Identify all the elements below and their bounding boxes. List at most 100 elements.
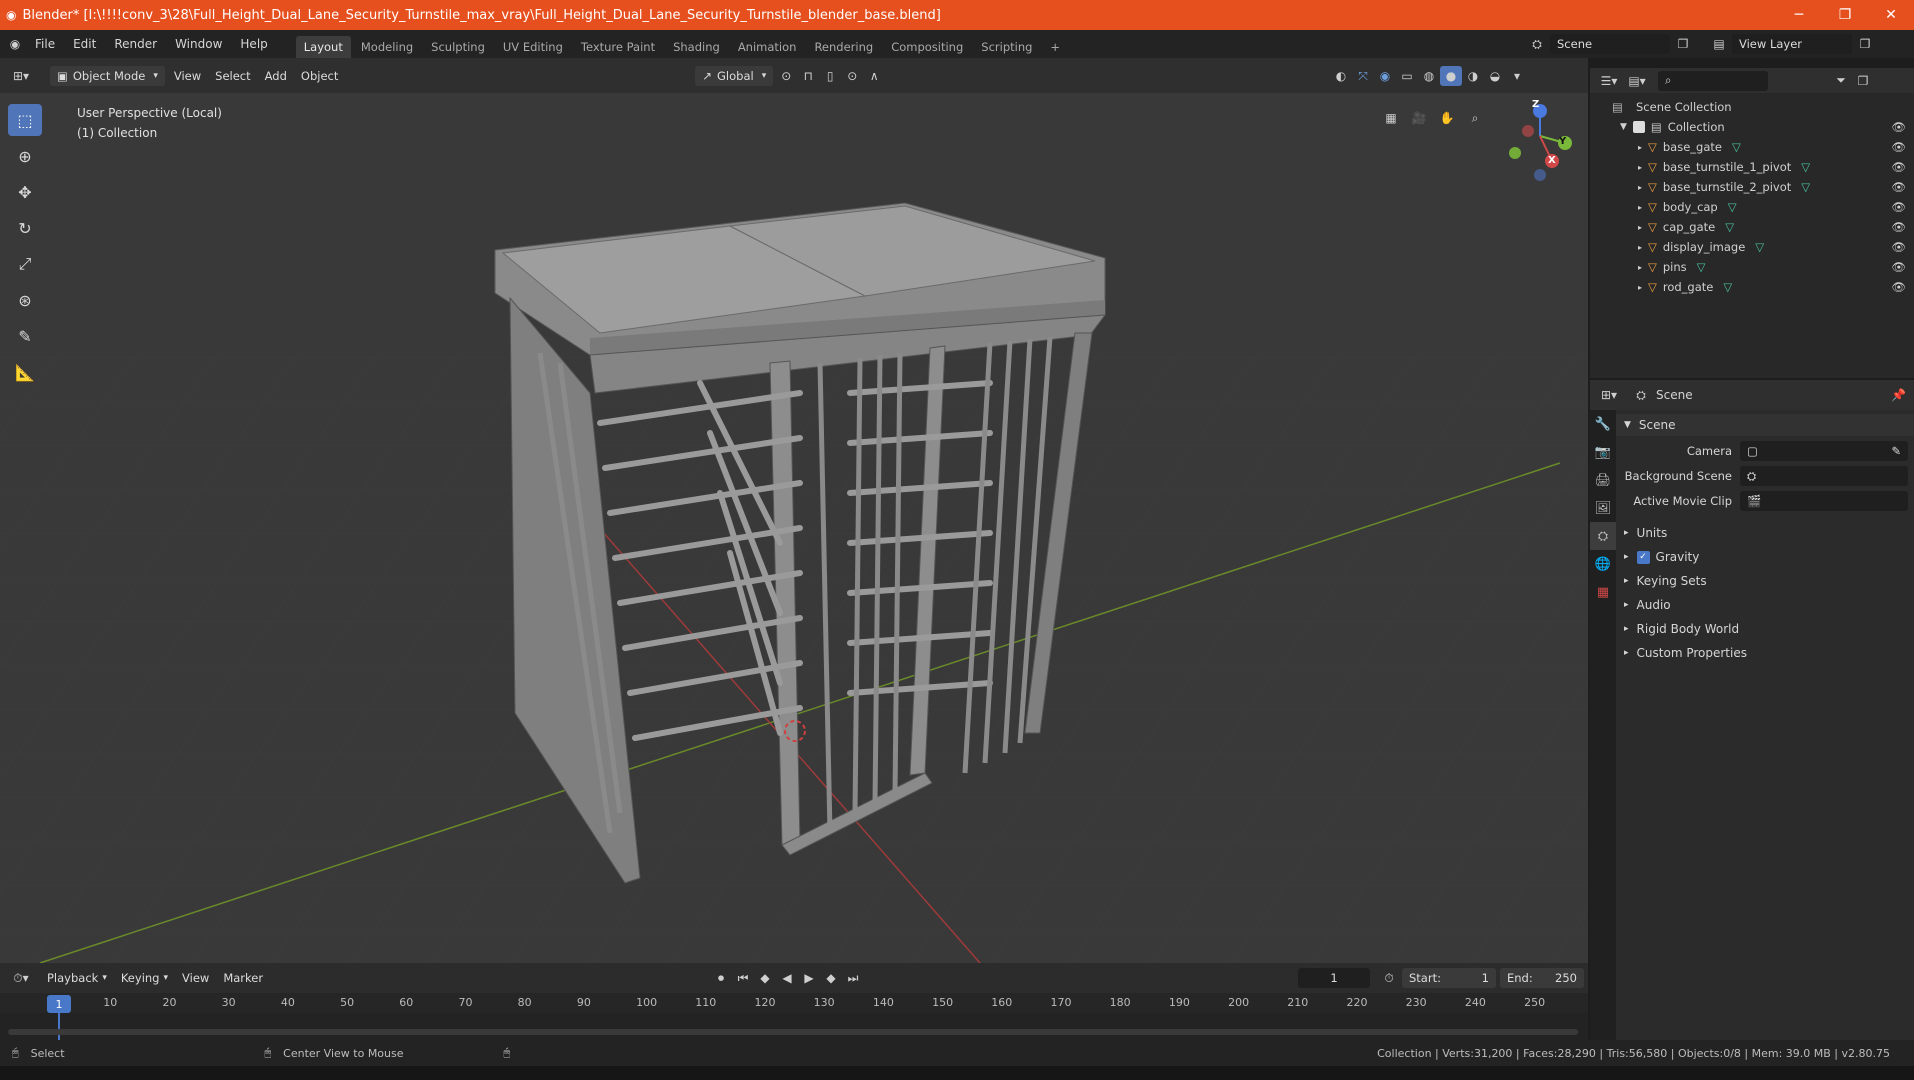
filter-icon[interactable]: ⏷ [1830, 71, 1852, 91]
expand-arrow-icon[interactable]: ▸ [1638, 283, 1642, 292]
current-frame-field[interactable]: 1 [1298, 968, 1370, 988]
outliner-item[interactable]: ▸ ▽ base_gate ▽ 👁 [1590, 137, 1914, 157]
visibility-icon[interactable]: ◐ [1330, 66, 1352, 86]
menu-timeline-view[interactable]: View [175, 968, 216, 988]
outliner-item[interactable]: ▸ ▽ base_turnstile_2_pivot ▽ 👁 [1590, 177, 1914, 197]
outliner-scene-collection[interactable]: ▤ Scene Collection [1590, 97, 1914, 117]
preview-range-icon[interactable]: ⏱ [1378, 968, 1400, 988]
outliner-editor-icon[interactable]: ☰▾ [1598, 71, 1620, 91]
outliner-search-input[interactable]: ⌕ [1658, 70, 1768, 91]
expand-arrow-icon[interactable]: ▸ [1638, 163, 1642, 172]
eye-icon[interactable]: 👁 [1891, 200, 1906, 214]
camera-field[interactable]: ▢ ✎ [1740, 441, 1908, 461]
prev-keyframe-icon[interactable]: ◆ [754, 968, 776, 988]
menu-window[interactable]: Window [166, 30, 231, 58]
view-layer-selector[interactable]: View Layer [1732, 34, 1852, 54]
view-layer-tab-icon[interactable]: 🖼 [1590, 494, 1616, 522]
scene-icon[interactable]: ⛭ [1526, 34, 1548, 54]
menu-keying[interactable]: Keying ▾ [114, 968, 175, 988]
close-button[interactable]: ✕ [1868, 0, 1914, 30]
view-layer-icon[interactable]: ▤ [1708, 34, 1730, 54]
texture-tab-icon[interactable]: ▦ [1590, 578, 1616, 606]
measure-tool[interactable]: 📐 [8, 356, 42, 388]
expand-arrow-icon[interactable]: ▸ [1638, 143, 1642, 152]
audio-section[interactable]: ▸ Audio [1616, 594, 1914, 616]
eye-icon[interactable]: 👁 [1891, 120, 1906, 134]
gizmo-icon[interactable]: ⤧ [1352, 66, 1374, 86]
tab-scripting[interactable]: Scripting [973, 36, 1040, 58]
transform-tool[interactable]: ⊛ [8, 284, 42, 316]
menu-select[interactable]: Select [208, 66, 257, 86]
tab-animation[interactable]: Animation [730, 36, 805, 58]
units-section[interactable]: ▸ Units [1616, 522, 1914, 544]
toggle-camera-grid-icon[interactable]: ▦ [1380, 108, 1402, 128]
properties-editor-icon[interactable]: ⊞▾ [1598, 385, 1620, 405]
pan-hand-icon[interactable]: ✋ [1436, 108, 1458, 128]
eye-icon[interactable]: 👁 [1891, 160, 1906, 174]
menu-add[interactable]: Add [258, 66, 294, 86]
menu-marker[interactable]: Marker [216, 968, 270, 988]
new-collection-icon[interactable]: ❐ [1852, 71, 1874, 91]
outliner-item[interactable]: ▸ ▽ cap_gate ▽ 👁 [1590, 217, 1914, 237]
menu-view[interactable]: View [167, 66, 208, 86]
menu-help[interactable]: Help [231, 30, 276, 58]
3d-viewport[interactable]: User Perspective (Local) (1) Collection … [0, 93, 1588, 963]
expand-arrow-icon[interactable]: ▸ [1638, 183, 1642, 192]
outliner-collection[interactable]: ▼ ▤ Collection 👁 [1590, 117, 1914, 137]
editor-type-icon[interactable]: ⊞▾ [10, 66, 32, 86]
pin-icon[interactable]: 📌 [1891, 388, 1906, 402]
expand-arrow-icon[interactable]: ▸ [1638, 223, 1642, 232]
move-tool[interactable]: ✥ [8, 176, 42, 208]
select-box-tool[interactable]: ⬚ [8, 104, 42, 136]
menu-file[interactable]: File [26, 30, 64, 58]
proportional-edit-icon[interactable]: ⊙ [841, 66, 863, 86]
new-view-layer-icon[interactable]: ❐ [1854, 34, 1876, 54]
end-frame-field[interactable]: End: 250 [1500, 968, 1584, 988]
next-keyframe-icon[interactable]: ◆ [820, 968, 842, 988]
shading-options-icon[interactable]: ▾ [1506, 66, 1528, 86]
record-icon[interactable]: ⏺ [710, 968, 732, 988]
tab-compositing[interactable]: Compositing [883, 36, 971, 58]
timeline-scrollbar[interactable] [8, 1029, 1578, 1035]
tab-uv-editing[interactable]: UV Editing [495, 36, 571, 58]
new-scene-icon[interactable]: ❐ [1672, 34, 1694, 54]
render-tab-icon[interactable]: 📷 [1590, 438, 1616, 466]
keying-sets-section[interactable]: ▸ Keying Sets [1616, 570, 1914, 592]
eyedropper-icon[interactable]: ✎ [1891, 444, 1901, 458]
play-icon[interactable]: ▶ [798, 968, 820, 988]
expand-arrow-icon[interactable]: ▼ [1620, 122, 1627, 132]
tab-modeling[interactable]: Modeling [353, 36, 421, 58]
camera-view-icon[interactable]: 🎥 [1408, 108, 1430, 128]
gizmo-y-label[interactable]: Y [1559, 136, 1566, 147]
solid-shading-icon[interactable]: ● [1440, 66, 1462, 86]
blender-menu-icon[interactable]: ◉ [4, 34, 26, 54]
add-workspace-button[interactable]: + [1042, 36, 1068, 58]
background-scene-field[interactable]: ⛭ [1740, 466, 1908, 486]
outliner-item[interactable]: ▸ ▽ body_cap ▽ 👁 [1590, 197, 1914, 217]
tab-sculpting[interactable]: Sculpting [423, 36, 493, 58]
snap-icon[interactable]: ⊓ [797, 66, 819, 86]
play-reverse-icon[interactable]: ◀ [776, 968, 798, 988]
scene-selector[interactable]: Scene [1550, 34, 1670, 54]
custom-properties-section[interactable]: ▸ Custom Properties [1616, 642, 1914, 664]
gizmo-z-label[interactable]: Z [1532, 99, 1539, 110]
scene-section-header[interactable]: ▼ Scene [1616, 414, 1914, 436]
expand-arrow-icon[interactable]: ▸ [1638, 203, 1642, 212]
gravity-checkbox[interactable]: ✓ [1636, 550, 1650, 564]
movie-clip-field[interactable]: 🎬 [1740, 491, 1908, 511]
expand-arrow-icon[interactable]: ▸ [1638, 243, 1642, 252]
material-shading-icon[interactable]: ◑ [1462, 66, 1484, 86]
tab-rendering[interactable]: Rendering [806, 36, 881, 58]
falloff-icon[interactable]: ∧ [863, 66, 885, 86]
menu-playback[interactable]: Playback ▾ [40, 968, 114, 988]
tab-texture-paint[interactable]: Texture Paint [573, 36, 663, 58]
gizmo-x-label[interactable]: X [1548, 155, 1556, 166]
tab-layout[interactable]: Layout [295, 36, 351, 58]
eye-icon[interactable]: 👁 [1891, 280, 1906, 294]
gravity-section[interactable]: ▸ ✓ Gravity [1616, 546, 1914, 568]
outliner-item[interactable]: ▸ ▽ base_turnstile_1_pivot ▽ 👁 [1590, 157, 1914, 177]
zoom-icon[interactable]: ⌕ [1464, 108, 1486, 128]
timeline-editor-icon[interactable]: ⏱▾ [10, 968, 32, 988]
start-frame-field[interactable]: Start: 1 [1402, 968, 1496, 988]
eye-icon[interactable]: 👁 [1891, 180, 1906, 194]
